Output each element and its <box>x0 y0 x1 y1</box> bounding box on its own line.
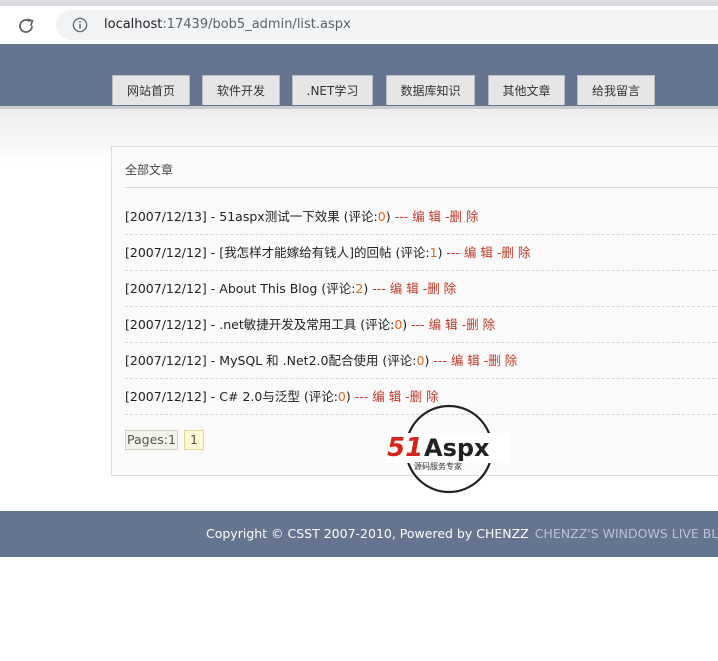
url-path: :17439/bob5_admin/list.aspx <box>162 17 351 32</box>
article-row: [2007/12/12] - .net敏捷开发及常用工具 (评论:0) --- … <box>125 307 718 343</box>
article-row: [2007/12/12] - [我怎样才能嫁给有钱人]的回帖 (评论:1) --… <box>125 235 718 271</box>
delete-link[interactable]: -删 除 <box>441 209 479 224</box>
article-date: [2007/12/12] <box>125 245 207 260</box>
comment-label: (评论: <box>339 209 378 224</box>
browser-toolbar: localhost:17439/bob5_admin/list.aspx <box>0 6 718 44</box>
info-icon[interactable] <box>72 17 88 33</box>
url-host: localhost <box>104 17 163 32</box>
watermark-logo: 51 Aspx 源码服务专家 <box>383 403 513 495</box>
article-title-link[interactable]: About This Blog <box>219 281 317 296</box>
nav-item-dotnet[interactable]: .NET学习 <box>292 75 373 105</box>
article-title-link[interactable]: .net敏捷开发及常用工具 <box>219 317 356 332</box>
article-date: [2007/12/12] <box>125 317 207 332</box>
panel-divider <box>125 187 718 188</box>
comment-label: (评论: <box>299 389 338 404</box>
site-footer: Copyright © CSST 2007-2010, Powered by C… <box>0 511 718 557</box>
nav-item-home[interactable]: 网站首页 <box>112 75 190 105</box>
copyright: Copyright © CSST 2007-2010, Powered by C… <box>206 526 529 541</box>
windows-live-link[interactable]: CHENZZ'S WINDOWS LIVE BLOG <box>535 526 718 541</box>
delete-link[interactable]: -删 除 <box>493 245 531 260</box>
article-date: [2007/12/13] <box>125 209 207 224</box>
panel-title: 全部文章 <box>125 163 174 177</box>
address-bar[interactable]: localhost:17439/bob5_admin/list.aspx <box>56 10 718 40</box>
svg-text:51: 51 <box>387 433 423 463</box>
article-date: [2007/12/12] <box>125 353 207 368</box>
reload-icon[interactable] <box>14 15 38 37</box>
comment-label: (评论: <box>378 353 417 368</box>
article-title-link[interactable]: MySQL 和 .Net2.0配合使用 <box>219 353 378 368</box>
edit-link[interactable]: --- 编 辑 <box>407 317 457 332</box>
edit-link[interactable]: --- 编 辑 <box>429 353 479 368</box>
copyright-text: Copyright © CSST 2007-2010, Powered by C… <box>206 511 718 557</box>
comment-count: 0 <box>377 209 386 224</box>
edit-link[interactable]: --- 编 辑 <box>391 209 441 224</box>
url-text[interactable]: localhost:17439/bob5_admin/list.aspx <box>104 10 351 40</box>
delete-link[interactable]: -删 除 <box>480 353 518 368</box>
article-date: [2007/12/12] <box>125 389 207 404</box>
comment-count: 1 <box>429 245 438 260</box>
comment-label: (评论: <box>356 317 395 332</box>
nav-item-database[interactable]: 数据库知识 <box>386 75 475 105</box>
pager-label: Pages:1 <box>125 430 178 450</box>
nav-item-message[interactable]: 给我留言 <box>577 75 655 105</box>
delete-link[interactable]: -删 除 <box>401 389 439 404</box>
article-title-link[interactable]: C# 2.0与泛型 <box>219 389 300 404</box>
svg-text:源码服务专家: 源码服务专家 <box>414 461 462 471</box>
edit-link[interactable]: --- 编 辑 <box>368 281 418 296</box>
delete-link[interactable]: -删 除 <box>419 281 457 296</box>
edit-link[interactable]: --- 编 辑 <box>351 389 401 404</box>
article-title-link[interactable]: 51aspx测试一下效果 <box>219 209 339 224</box>
delete-link[interactable]: -删 除 <box>458 317 496 332</box>
article-row: [2007/12/13] - 51aspx测试一下效果 (评论:0) --- 编… <box>125 199 718 235</box>
article-row: [2007/12/12] - About This Blog (评论:2) --… <box>125 271 718 307</box>
page-1-link[interactable]: 1 <box>183 430 204 450</box>
comment-count: 0 <box>337 389 346 404</box>
comment-label: (评论: <box>391 245 430 260</box>
svg-text:Aspx: Aspx <box>424 434 490 462</box>
nav-item-other[interactable]: 其他文章 <box>488 75 565 105</box>
pager: Pages:1 1 <box>125 430 204 450</box>
article-date: [2007/12/12] <box>125 281 207 296</box>
article-title-link[interactable]: [我怎样才能嫁给有钱人]的回帖 <box>219 245 391 260</box>
edit-link[interactable]: --- 编 辑 <box>442 245 492 260</box>
comment-label: (评论: <box>317 281 356 296</box>
article-row: [2007/12/12] - MySQL 和 .Net2.0配合使用 (评论:0… <box>125 343 718 379</box>
nav-item-software[interactable]: 软件开发 <box>202 75 280 105</box>
